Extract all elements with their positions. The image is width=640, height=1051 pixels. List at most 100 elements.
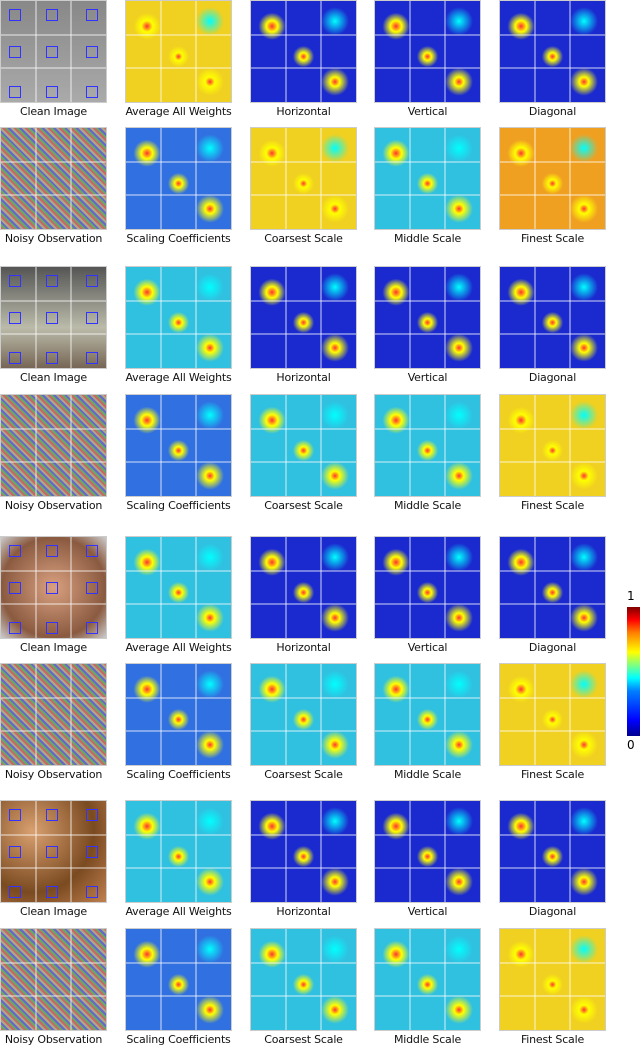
panel-fence-bottom-4: Finest Scale <box>499 394 606 512</box>
panel-image <box>250 127 357 230</box>
panel-image <box>0 800 107 903</box>
grid-lines <box>251 395 356 496</box>
grid-lines <box>375 395 480 496</box>
panel-image <box>250 394 357 497</box>
patch-box <box>46 275 58 287</box>
panel-image <box>499 536 606 639</box>
panel-texture-bottom-3: Middle Scale <box>374 928 481 1046</box>
panel-building-top-0: Clean Image <box>0 0 107 118</box>
patch-box <box>9 352 21 364</box>
panel-texture-top-1: Average All Weights <box>125 800 232 918</box>
panel-image <box>0 0 107 103</box>
patch-box <box>46 809 58 821</box>
patch-box <box>9 582 21 594</box>
patch-box <box>9 545 21 557</box>
patch-box <box>9 846 21 858</box>
panel-face-top-4: Diagonal <box>499 536 606 654</box>
panel-texture-bottom-2: Coarsest Scale <box>250 928 357 1046</box>
panel-label: Scaling Coefficients <box>126 499 231 512</box>
patch-box <box>9 9 21 21</box>
panel-texture-top-3: Vertical <box>374 800 481 918</box>
grid-lines <box>1 395 106 496</box>
panel-face-bottom-3: Middle Scale <box>374 663 481 781</box>
panel-fence-bottom-0: Noisy Observation <box>0 394 107 512</box>
patch-box <box>46 46 58 58</box>
panel-image <box>0 266 107 369</box>
panel-fence-top-3: Vertical <box>374 266 481 384</box>
panel-image <box>374 127 481 230</box>
panel-label: Average All Weights <box>125 905 232 918</box>
grid-lines <box>375 537 480 638</box>
panel-image <box>0 127 107 230</box>
grid-lines <box>126 128 231 229</box>
panel-image <box>374 266 481 369</box>
patch-box <box>86 86 98 98</box>
patch-box <box>9 312 21 324</box>
panel-image <box>374 663 481 766</box>
patch-box <box>46 622 58 634</box>
panel-fence-bottom-1: Scaling Coefficients <box>125 394 232 512</box>
colorbar-min-label: 0 <box>627 738 635 752</box>
panel-face-top-0: Clean Image <box>0 536 107 654</box>
grid-lines <box>126 1 231 102</box>
panel-image <box>499 663 606 766</box>
panel-label: Average All Weights <box>125 641 232 654</box>
patch-box <box>86 312 98 324</box>
panel-image <box>250 0 357 103</box>
patch-box <box>46 886 58 898</box>
panel-fence-bottom-3: Middle Scale <box>374 394 481 512</box>
patch-box <box>86 846 98 858</box>
panel-label: Coarsest Scale <box>264 499 343 512</box>
panel-fence-top-2: Horizontal <box>250 266 357 384</box>
panel-image <box>125 536 232 639</box>
panel-label: Middle Scale <box>393 768 462 781</box>
patch-box <box>46 545 58 557</box>
grid-lines <box>375 929 480 1030</box>
grid-lines <box>251 664 356 765</box>
panel-image <box>125 928 232 1031</box>
panel-texture-top-2: Horizontal <box>250 800 357 918</box>
panel-label: Coarsest Scale <box>264 768 343 781</box>
panel-label: Coarsest Scale <box>264 1033 343 1046</box>
panel-image <box>374 394 481 497</box>
panel-label: Clean Image <box>20 641 87 654</box>
panel-building-bottom-0: Noisy Observation <box>0 127 107 245</box>
grid-lines <box>500 267 605 368</box>
panel-label: Average All Weights <box>125 371 232 384</box>
grid-lines <box>251 267 356 368</box>
panel-label: Finest Scale <box>520 768 585 781</box>
panel-label: Vertical <box>407 905 448 918</box>
panel-image <box>0 536 107 639</box>
grid-lines <box>126 801 231 902</box>
panel-image <box>499 266 606 369</box>
patch-box <box>86 809 98 821</box>
grid-lines <box>1 664 106 765</box>
grid-lines <box>126 537 231 638</box>
panel-image <box>374 0 481 103</box>
panel-building-bottom-1: Scaling Coefficients <box>125 127 232 245</box>
panel-image <box>250 536 357 639</box>
grid-lines <box>500 395 605 496</box>
colorbar-max-label: 1 <box>627 589 635 603</box>
panel-image <box>250 663 357 766</box>
panel-image <box>499 394 606 497</box>
colorbar <box>627 607 640 736</box>
panel-image <box>125 663 232 766</box>
panel-image <box>499 0 606 103</box>
panel-texture-bottom-4: Finest Scale <box>499 928 606 1046</box>
grid-lines <box>375 801 480 902</box>
grid-lines <box>126 267 231 368</box>
panel-label: Clean Image <box>20 105 87 118</box>
panel-label: Clean Image <box>20 371 87 384</box>
grid-lines <box>126 395 231 496</box>
panel-label: Noisy Observation <box>4 768 103 781</box>
patch-box <box>86 622 98 634</box>
panel-fence-bottom-2: Coarsest Scale <box>250 394 357 512</box>
panel-face-bottom-0: Noisy Observation <box>0 663 107 781</box>
patch-box <box>46 846 58 858</box>
grid-lines <box>500 929 605 1030</box>
grid-lines <box>251 929 356 1030</box>
grid-lines <box>251 537 356 638</box>
panel-label: Middle Scale <box>393 499 462 512</box>
panel-image <box>499 928 606 1031</box>
